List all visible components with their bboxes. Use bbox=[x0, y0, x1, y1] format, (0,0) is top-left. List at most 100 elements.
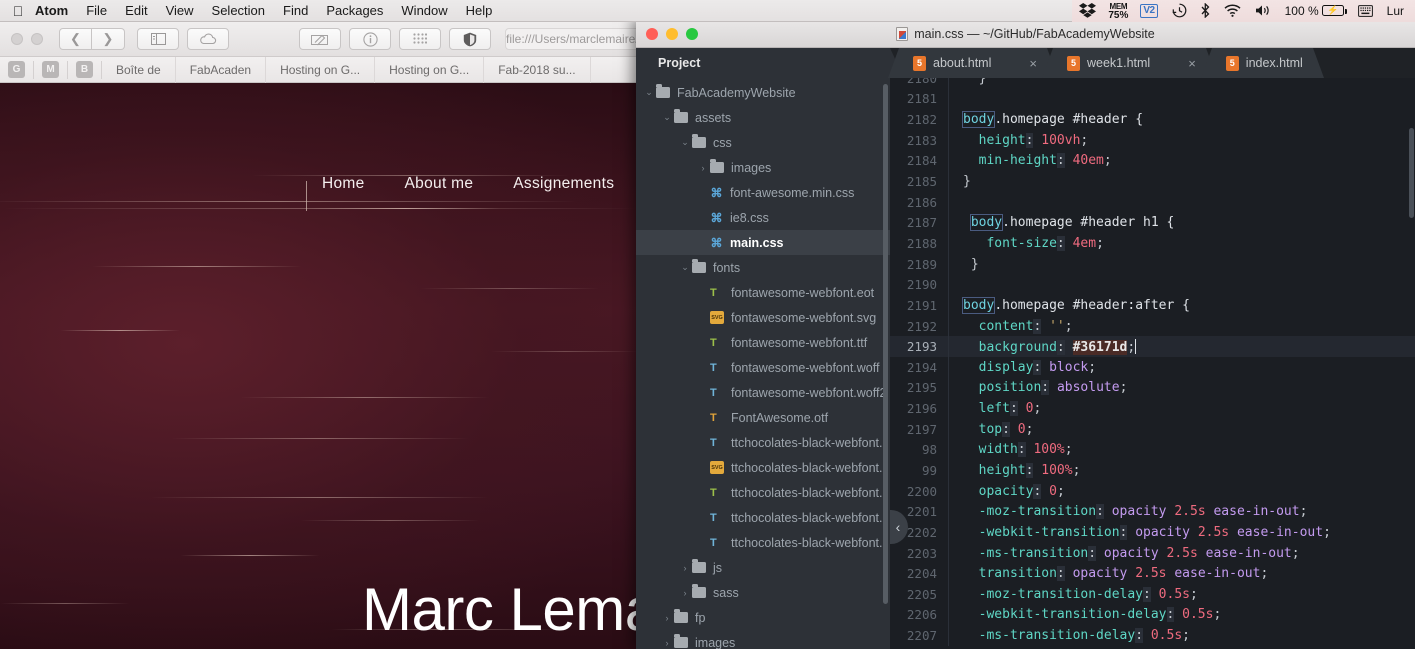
chevron-icon[interactable]: ⌄ bbox=[660, 112, 674, 123]
tree-folder[interactable]: › images bbox=[636, 630, 890, 649]
menu-find[interactable]: Find bbox=[274, 0, 317, 22]
tree-file[interactable]: Tfontawesome-webfont.woff2 bbox=[636, 380, 890, 405]
code-line[interactable]: 99 height: 100%; bbox=[890, 460, 1415, 481]
chevron-icon[interactable]: ⌄ bbox=[678, 262, 692, 273]
menu-selection[interactable]: Selection bbox=[203, 0, 274, 22]
code-line[interactable]: 2204 transition: opacity 2.5s ease-in-ou… bbox=[890, 563, 1415, 585]
dropbox-icon[interactable] bbox=[1072, 3, 1103, 18]
tree-file[interactable]: Tttchocolates-black-webfont. bbox=[636, 505, 890, 530]
ghostery-shield-icon[interactable] bbox=[449, 28, 491, 50]
code-line[interactable]: 2194 display: block; bbox=[890, 356, 1415, 378]
code-line[interactable]: 2191 body.homepage #header:after { bbox=[890, 295, 1415, 316]
nav-link-about-me[interactable]: About me bbox=[405, 175, 474, 193]
bluetooth-icon[interactable] bbox=[1194, 3, 1217, 18]
code-line[interactable]: 2185} bbox=[890, 171, 1415, 192]
keyboard-input-icon[interactable] bbox=[1351, 4, 1380, 17]
markup-pencil-icon[interactable] bbox=[299, 28, 341, 50]
tree-file[interactable]: Tfontawesome-webfont.woff bbox=[636, 355, 890, 380]
battery-status[interactable]: 100 % ⚡ bbox=[1278, 0, 1351, 22]
menu-view[interactable]: View bbox=[157, 0, 203, 22]
menu-packages[interactable]: Packages bbox=[317, 0, 392, 22]
tree-scrollbar[interactable] bbox=[883, 84, 888, 604]
close-icon[interactable]: × bbox=[1188, 56, 1196, 71]
code-line[interactable]: 2180 } bbox=[890, 78, 1415, 89]
bookmark-boite-de[interactable]: Boîte de bbox=[102, 56, 176, 83]
safari-window-controls[interactable] bbox=[8, 33, 59, 45]
code-line[interactable]: 2189 } bbox=[890, 253, 1415, 275]
tree-file[interactable]: ⌘ ie8.css bbox=[636, 205, 890, 230]
time-machine-icon[interactable] bbox=[1165, 3, 1194, 18]
code-line[interactable]: 2197 top: 0; bbox=[890, 418, 1415, 440]
code-line[interactable]: 2206 -webkit-transition-delay: 0.5s; bbox=[890, 604, 1415, 626]
code-line[interactable]: 2193 background: #36171d; bbox=[890, 336, 1415, 357]
bookmark-fabacademy[interactable]: FabAcaden bbox=[176, 56, 267, 83]
code-line[interactable]: 2192 content: ''; bbox=[890, 315, 1415, 337]
code-line[interactable]: 2207 -ms-transition-delay: 0.5s; bbox=[890, 625, 1415, 646]
top-sites-grid-icon[interactable] bbox=[399, 28, 441, 50]
code-line[interactable]: 2186 bbox=[890, 191, 1415, 213]
wifi-icon[interactable] bbox=[1217, 4, 1248, 17]
bookmark-fab-2018[interactable]: Fab-2018 su... bbox=[484, 56, 591, 83]
chevron-icon[interactable]: ⌄ bbox=[678, 137, 692, 148]
chevron-icon[interactable]: › bbox=[678, 563, 692, 573]
tab-week1-html[interactable]: 5 week1.html × bbox=[1041, 48, 1217, 78]
menu-window[interactable]: Window bbox=[392, 0, 456, 22]
apple-logo-icon[interactable]:  bbox=[0, 0, 26, 22]
tab-index-html[interactable]: 5 index.html bbox=[1200, 48, 1324, 78]
tree-folder[interactable]: ⌄ fonts bbox=[636, 255, 890, 280]
code-line[interactable]: 2183 height: 100vh; bbox=[890, 129, 1415, 151]
info-circle-icon[interactable] bbox=[349, 28, 391, 50]
v2-badge[interactable]: V2 bbox=[1133, 3, 1164, 18]
volume-icon[interactable] bbox=[1248, 4, 1278, 17]
tree-file[interactable]: T FontAwesome.otf bbox=[636, 405, 890, 430]
code-line[interactable]: 2205 -moz-transition-delay: 0.5s; bbox=[890, 584, 1415, 605]
tree-folder[interactable]: › sass bbox=[636, 580, 890, 605]
bookmark-icon-m[interactable]: M bbox=[42, 61, 59, 78]
address-bar[interactable]: file:///Users/marclemaire/GitHu bbox=[505, 28, 652, 50]
code-line[interactable]: 2184 min-height: 40em; bbox=[890, 150, 1415, 172]
code-line[interactable]: 2196 left: 0; bbox=[890, 398, 1415, 419]
back-chevron-icon[interactable]: ❮ bbox=[59, 28, 92, 50]
code-line[interactable]: 2188 font-size: 4em; bbox=[890, 233, 1415, 254]
user-menu[interactable]: Lur bbox=[1380, 0, 1411, 22]
close-icon[interactable]: × bbox=[1029, 56, 1037, 71]
icloud-tabs-icon[interactable] bbox=[187, 28, 229, 50]
tree-file[interactable]: fontawesome-webfont.svg bbox=[636, 305, 890, 330]
menu-help[interactable]: Help bbox=[457, 0, 502, 22]
bookmark-icon-b[interactable]: B bbox=[76, 61, 93, 78]
code-line[interactable]: 98 width: 100%; bbox=[890, 439, 1415, 461]
code-line[interactable]: 2202 -webkit-transition: opacity 2.5s ea… bbox=[890, 522, 1415, 543]
tree-file[interactable]: ⌘ main.css bbox=[636, 230, 890, 255]
chevron-icon[interactable]: › bbox=[660, 613, 674, 623]
chevron-icon[interactable]: › bbox=[696, 163, 710, 173]
tree-file[interactable]: ⌘ font-awesome.min.css bbox=[636, 180, 890, 205]
bookmark-icon-g[interactable]: G bbox=[8, 61, 25, 78]
tree-file[interactable]: Tttchocolates-black-webfont. bbox=[636, 480, 890, 505]
chevron-icon[interactable]: › bbox=[678, 588, 692, 598]
menu-edit[interactable]: Edit bbox=[116, 0, 156, 22]
code-line[interactable]: 2201 -moz-transition: opacity 2.5s ease-… bbox=[890, 501, 1415, 523]
tree-file[interactable]: Tttchocolates-black-webfont. bbox=[636, 430, 890, 455]
forward-chevron-icon[interactable]: ❯ bbox=[92, 28, 125, 50]
bookmark-hosting-2[interactable]: Hosting on G... bbox=[375, 56, 485, 83]
code-line[interactable]: 2187 body.homepage #header h1 { bbox=[890, 212, 1415, 234]
menu-atom[interactable]: Atom bbox=[26, 0, 77, 22]
tree-folder[interactable]: ⌄ FabAcademyWebsite bbox=[636, 80, 890, 105]
tab-about-html[interactable]: 5 about.html × bbox=[888, 48, 1058, 78]
nav-link-assignements[interactable]: Assignements bbox=[513, 175, 614, 193]
menu-file[interactable]: File bbox=[77, 0, 116, 22]
bookmark-hosting-1[interactable]: Hosting on G... bbox=[266, 56, 376, 83]
tree-folder[interactable]: › images bbox=[636, 155, 890, 180]
tree-file[interactable]: Tfontawesome-webfont.ttf bbox=[636, 330, 890, 355]
chevron-icon[interactable]: ⌄ bbox=[642, 87, 656, 98]
code-line[interactable]: 2200 opacity: 0; bbox=[890, 480, 1415, 502]
code-line[interactable]: 2190 bbox=[890, 274, 1415, 296]
code-line[interactable]: 2195 position: absolute; bbox=[890, 377, 1415, 399]
code-line[interactable]: 2182 body.homepage #header { bbox=[890, 109, 1415, 130]
sidebar-toggle-icon[interactable] bbox=[137, 28, 179, 50]
editor-scrollbar[interactable] bbox=[1409, 128, 1414, 218]
chevron-icon[interactable]: › bbox=[660, 638, 674, 648]
tree-folder[interactable]: › fp bbox=[636, 605, 890, 630]
minimize-button[interactable] bbox=[31, 33, 43, 45]
nav-link-home[interactable]: Home bbox=[322, 175, 365, 193]
